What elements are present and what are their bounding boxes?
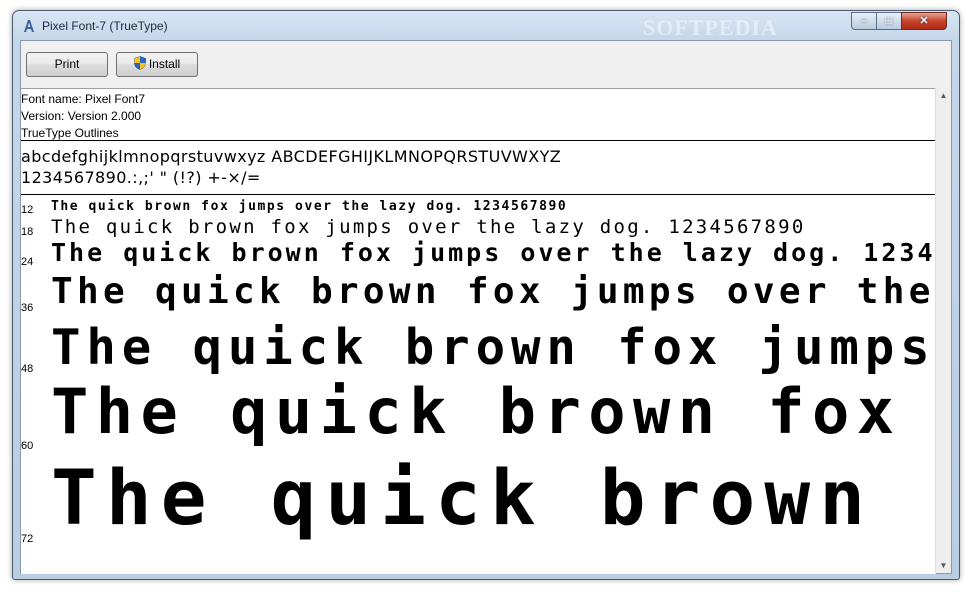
title-bar[interactable]: Pixel Font-7 (TrueType) SOFTPEDIA – □ ✕ (13, 11, 959, 41)
print-button[interactable]: Print (26, 52, 108, 77)
font-viewer-window: Pixel Font-7 (TrueType) SOFTPEDIA – □ ✕ … (12, 10, 960, 580)
sample-size-label: 12 (21, 204, 34, 216)
sample-text: The quick brown fox jumps over the lazy … (51, 216, 806, 238)
scroll-down-icon[interactable]: ▼ (936, 558, 951, 573)
sample-size-label: 18 (21, 226, 34, 238)
sample-text: The quick brown fox jumps over the lazy … (51, 199, 568, 214)
font-preview-pane: Font name: Pixel Font7 Version: Version … (21, 88, 936, 574)
window-title: Pixel Font-7 (TrueType) (42, 19, 168, 33)
divider (21, 140, 936, 141)
vertical-scrollbar[interactable]: ▲ ▼ (935, 88, 951, 573)
uac-shield-icon (134, 56, 146, 70)
watermark: SOFTPEDIA (643, 15, 778, 40)
close-icon: ✕ (919, 15, 929, 27)
sample-size-label: 60 (21, 440, 34, 452)
divider (21, 194, 936, 195)
sample-text: The quick brown fox jumps over the lazy … (51, 453, 936, 542)
font-name: Font name: Pixel Font7 (21, 92, 146, 106)
maximize-button[interactable]: □ (876, 12, 902, 30)
print-button-label: Print (54, 57, 80, 71)
sample-text: The quick brown fox jumps over the lazy … (51, 271, 936, 312)
sample-size-label: 48 (21, 363, 34, 375)
charset-line-2: 1234567890.:,;' " (!?) +-×/= (21, 168, 261, 187)
install-button-label: Install (148, 57, 181, 71)
minimize-icon: – (860, 15, 868, 27)
sample-text: The quick brown fox jumps over the lazy … (51, 375, 936, 448)
maximize-icon: □ (885, 15, 893, 27)
sample-size-label: 72 (21, 533, 34, 545)
sample-text: The quick brown fox jumps over the lazy … (51, 238, 936, 267)
font-info: Font name: Pixel Font7 Version: Version … (21, 91, 145, 142)
install-button[interactable]: Install (116, 52, 198, 77)
sample-text: The quick brown fox jumps over the lazy … (51, 319, 936, 376)
minimize-button[interactable]: – (851, 12, 877, 30)
client-area: Print Install Font name: Pixel Font7 Ver… (20, 40, 952, 574)
scroll-up-icon[interactable]: ▲ (936, 88, 951, 103)
font-version: Version: Version 2.000 (21, 109, 142, 123)
font-file-icon (24, 20, 34, 32)
sample-size-label: 36 (21, 302, 34, 314)
charset-line-1: abcdefghijklmnopqrstuvwxyz ABCDEFGHIJKLM… (21, 147, 562, 166)
close-button[interactable]: ✕ (901, 12, 947, 30)
sample-size-label: 24 (21, 256, 34, 268)
